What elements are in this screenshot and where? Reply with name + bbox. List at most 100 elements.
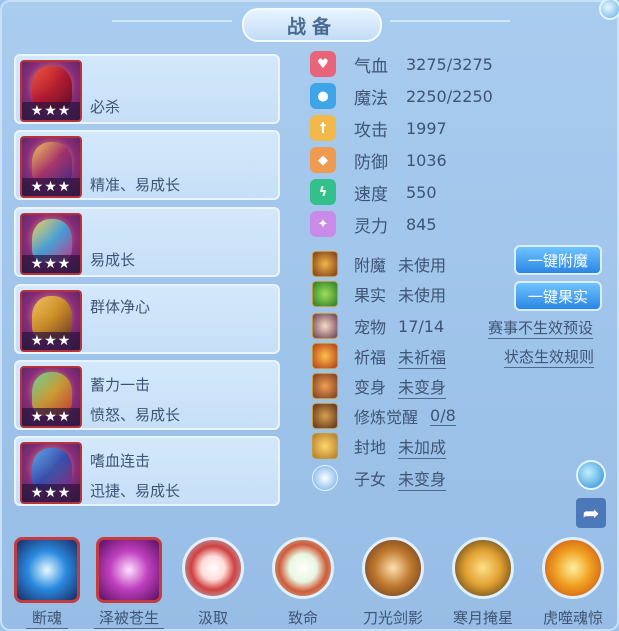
attr-spirit: ✦ 灵力 845 bbox=[310, 210, 437, 238]
window-title: 战备 bbox=[242, 8, 382, 42]
equipment-card-1[interactable]: ★★★ 必杀 bbox=[14, 54, 280, 124]
jade-bowl-icon: ★★★ bbox=[20, 366, 82, 428]
attr-value: 550 bbox=[406, 182, 437, 202]
misc-label: 修炼觉醒 bbox=[354, 408, 419, 427]
skill-label: 刀光剑影 bbox=[362, 609, 423, 627]
event-preset-link[interactable]: 赛事不生效预设 bbox=[488, 317, 594, 339]
equipment-effect: 迅捷、易成长 bbox=[90, 482, 181, 500]
blessing-icon bbox=[312, 343, 338, 369]
misc-child: 子女 未变身 bbox=[312, 464, 447, 492]
refresh-icon[interactable] bbox=[576, 460, 606, 490]
equipment-card-2[interactable]: ★★★ 精准、易成长 bbox=[14, 130, 280, 200]
skill-slot-3[interactable]: 汲取 bbox=[178, 537, 248, 627]
misc-enchant: 附魔 未使用 bbox=[312, 250, 446, 278]
title-divider-right bbox=[390, 20, 510, 22]
star-rating: ★★★ bbox=[22, 102, 80, 120]
skill-slot-5[interactable]: 刀光剑影 bbox=[358, 537, 428, 627]
status-rules-link[interactable]: 状态生效规则 bbox=[504, 346, 595, 368]
enchant-icon bbox=[312, 251, 338, 277]
child-link[interactable]: 未变身 bbox=[398, 466, 447, 491]
blade-shadow-icon bbox=[362, 537, 424, 599]
misc-value: 未使用 bbox=[398, 256, 447, 275]
equipment-effect: 愤怒、易成长 bbox=[90, 406, 181, 424]
skill-label: 致命 bbox=[287, 609, 318, 627]
absorb-icon bbox=[182, 537, 244, 599]
attr-label: 速度 bbox=[354, 184, 388, 205]
misc-label: 封地 bbox=[354, 438, 387, 457]
equipment-special: 嗜血连击 bbox=[90, 452, 151, 470]
cultivation-link[interactable]: 0/8 bbox=[430, 406, 456, 426]
lightning-icon: ϟ bbox=[310, 179, 336, 205]
misc-blessing: 祈福 未祈福 bbox=[312, 342, 447, 370]
attr-value: 845 bbox=[406, 214, 437, 234]
equipment-effect: 必杀 bbox=[90, 98, 121, 116]
spirit-icon: ✦ bbox=[310, 211, 336, 237]
fatal-icon bbox=[272, 537, 334, 599]
equipment-special: 蓄力一击 bbox=[90, 376, 151, 394]
attr-mp: ● 魔法 2250/2250 bbox=[310, 82, 493, 110]
fruit-icon bbox=[312, 281, 338, 307]
fief-link[interactable]: 未加成 bbox=[398, 434, 447, 459]
skill-label: 断魂 bbox=[26, 607, 68, 629]
transform-link[interactable]: 未变身 bbox=[398, 374, 447, 399]
skill-label: 寒月掩星 bbox=[452, 609, 513, 627]
skill-slot-4[interactable]: 致命 bbox=[268, 537, 338, 627]
star-rating: ★★★ bbox=[22, 408, 80, 426]
misc-pet: 宠物 17/14 bbox=[312, 312, 444, 340]
misc-label: 子女 bbox=[354, 470, 387, 489]
cold-moon-icon bbox=[452, 537, 514, 599]
crimson-sword-icon: ★★★ bbox=[20, 60, 82, 122]
attr-value: 1997 bbox=[406, 118, 447, 138]
one-click-fruit-button[interactable]: 一键果实 bbox=[514, 281, 602, 311]
sword-icon: † bbox=[310, 115, 336, 141]
blessed-life-icon bbox=[96, 537, 162, 603]
skill-slot-1[interactable]: 断魂 bbox=[12, 537, 82, 629]
attr-hp: ♥ 气血 3275/3275 bbox=[310, 50, 493, 78]
heart-icon: ♥ bbox=[310, 51, 336, 77]
shield-icon: ◆ bbox=[310, 147, 336, 173]
blue-boots-icon: ★★★ bbox=[20, 442, 82, 504]
attr-value: 1036 bbox=[406, 150, 447, 170]
star-rating: ★★★ bbox=[22, 332, 80, 350]
misc-fruit: 果实 未使用 bbox=[312, 280, 446, 308]
misc-fief: 封地 未加成 bbox=[312, 432, 447, 460]
misc-label: 变身 bbox=[354, 378, 387, 397]
misc-label: 宠物 bbox=[354, 318, 387, 337]
break-soul-icon bbox=[14, 537, 80, 603]
star-rating: ★★★ bbox=[22, 178, 80, 196]
attr-label: 魔法 bbox=[354, 88, 388, 109]
attr-speed: ϟ 速度 550 bbox=[310, 178, 437, 206]
skill-label: 泽被苍生 bbox=[94, 607, 164, 629]
seal-icon bbox=[312, 433, 338, 459]
mana-icon: ● bbox=[310, 83, 336, 109]
equipment-effect: 易成长 bbox=[90, 251, 136, 269]
star-rating: ★★★ bbox=[22, 255, 80, 273]
equipment-card-4[interactable]: ★★★ 群体净心 bbox=[14, 284, 280, 354]
skill-label: 虎噬魂惊 bbox=[542, 609, 603, 627]
misc-cultivation: 修炼觉醒 0/8 bbox=[312, 402, 456, 430]
title-divider-left bbox=[112, 20, 232, 22]
skill-slot-2[interactable]: 泽被苍生 bbox=[94, 537, 164, 629]
misc-value: 17/14 bbox=[398, 316, 445, 336]
misc-transform: 变身 未变身 bbox=[312, 372, 447, 400]
share-icon[interactable]: ➦ bbox=[576, 498, 606, 528]
blessing-link[interactable]: 未祈福 bbox=[398, 344, 447, 369]
equipment-special: 群体净心 bbox=[90, 298, 151, 316]
equipment-card-5[interactable]: ★★★ 蓄力一击 愤怒、易成长 bbox=[14, 360, 280, 430]
attr-label: 防御 bbox=[354, 152, 388, 173]
pet-avatar-icon bbox=[312, 313, 338, 339]
one-click-enchant-button[interactable]: 一键附魔 bbox=[514, 245, 602, 275]
attr-label: 气血 bbox=[354, 56, 388, 77]
skill-slot-6[interactable]: 寒月掩星 bbox=[448, 537, 518, 627]
attr-label: 攻击 bbox=[354, 120, 388, 141]
attr-label: 灵力 bbox=[354, 216, 388, 237]
attr-attack: † 攻击 1997 bbox=[310, 114, 447, 142]
transform-icon bbox=[312, 373, 338, 399]
skill-slot-7[interactable]: 虎噬魂惊 bbox=[538, 537, 608, 627]
misc-label: 果实 bbox=[354, 286, 387, 305]
skill-label: 汲取 bbox=[197, 609, 228, 627]
equipment-card-6[interactable]: ★★★ 嗜血连击 迅捷、易成长 bbox=[14, 436, 280, 506]
tiger-soul-icon bbox=[542, 537, 604, 599]
misc-value: 未使用 bbox=[398, 286, 447, 305]
equipment-card-3[interactable]: ★★★ 易成长 bbox=[14, 207, 280, 277]
